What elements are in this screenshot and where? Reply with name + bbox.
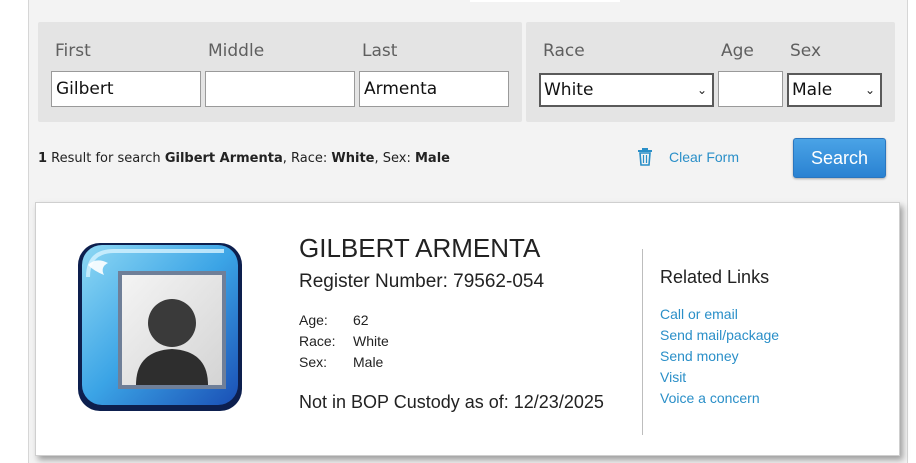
age-value: 62 xyxy=(353,312,369,328)
result-count: 1 xyxy=(38,151,48,166)
race-row: Race: White xyxy=(299,333,389,349)
link-visit[interactable]: Visit xyxy=(660,369,686,385)
register-number: Register Number: 79562-054 xyxy=(299,271,545,292)
race-select[interactable]: White ⌄ xyxy=(539,73,714,107)
summary-sex: Male xyxy=(414,151,450,166)
last-label: Last xyxy=(362,41,398,61)
race-label: Race xyxy=(543,41,585,61)
sex-row: Sex: Male xyxy=(299,354,383,370)
first-label: First xyxy=(55,41,91,61)
sex-label: Sex xyxy=(790,41,822,61)
race-prefix: , Race: xyxy=(282,151,332,166)
sex-value: Male xyxy=(353,354,384,370)
related-links-title: Related Links xyxy=(660,267,770,287)
result-card: GILBERT ARMENTA Register Number: 79562-0… xyxy=(35,202,900,456)
middle-label: Middle xyxy=(208,41,265,61)
first-name-input[interactable] xyxy=(51,71,201,107)
sex-row-label: Sex: xyxy=(299,354,328,370)
demographics-box xyxy=(526,22,895,122)
clear-form-label: Clear Form xyxy=(669,149,740,165)
chevron-down-icon: ⌄ xyxy=(864,83,875,97)
link-call-or-email[interactable]: Call or email xyxy=(660,306,738,322)
search-button[interactable]: Search xyxy=(793,138,886,178)
trash-icon xyxy=(638,148,652,166)
link-voice-a-concern[interactable]: Voice a concern xyxy=(660,390,760,406)
link-send-money[interactable]: Send money xyxy=(660,348,739,364)
clear-form-button[interactable]: Clear Form xyxy=(637,148,739,166)
race-row-label: Race: xyxy=(299,333,336,349)
middle-name-input[interactable] xyxy=(205,71,355,107)
link-send-mail-package[interactable]: Send mail/package xyxy=(660,327,779,343)
tab-notch xyxy=(470,0,620,2)
race-value: White xyxy=(353,333,389,349)
age-label: Age xyxy=(721,41,754,61)
person-silhouette-icon xyxy=(78,243,242,411)
results-summary: 1 Result for search Gilbert Armenta, Rac… xyxy=(38,151,450,166)
sex-select-value: Male xyxy=(792,80,833,100)
chevron-down-icon: ⌄ xyxy=(696,83,707,97)
custody-status: Not in BOP Custody as of: 12/23/2025 xyxy=(299,392,604,412)
race-select-value: White xyxy=(544,80,594,100)
summary-text: Result for search xyxy=(47,151,165,166)
age-input[interactable] xyxy=(718,71,783,107)
summary-race: White xyxy=(331,151,375,166)
divider xyxy=(642,249,643,435)
sex-prefix: , Sex: xyxy=(374,151,415,166)
age-row: Age: 62 xyxy=(299,312,369,328)
last-name-input[interactable] xyxy=(359,71,509,107)
inmate-name: GILBERT ARMENTA xyxy=(299,233,541,263)
age-row-label: Age: xyxy=(299,312,328,328)
sex-select[interactable]: Male ⌄ xyxy=(787,73,882,107)
search-query: Gilbert Armenta xyxy=(164,151,283,166)
